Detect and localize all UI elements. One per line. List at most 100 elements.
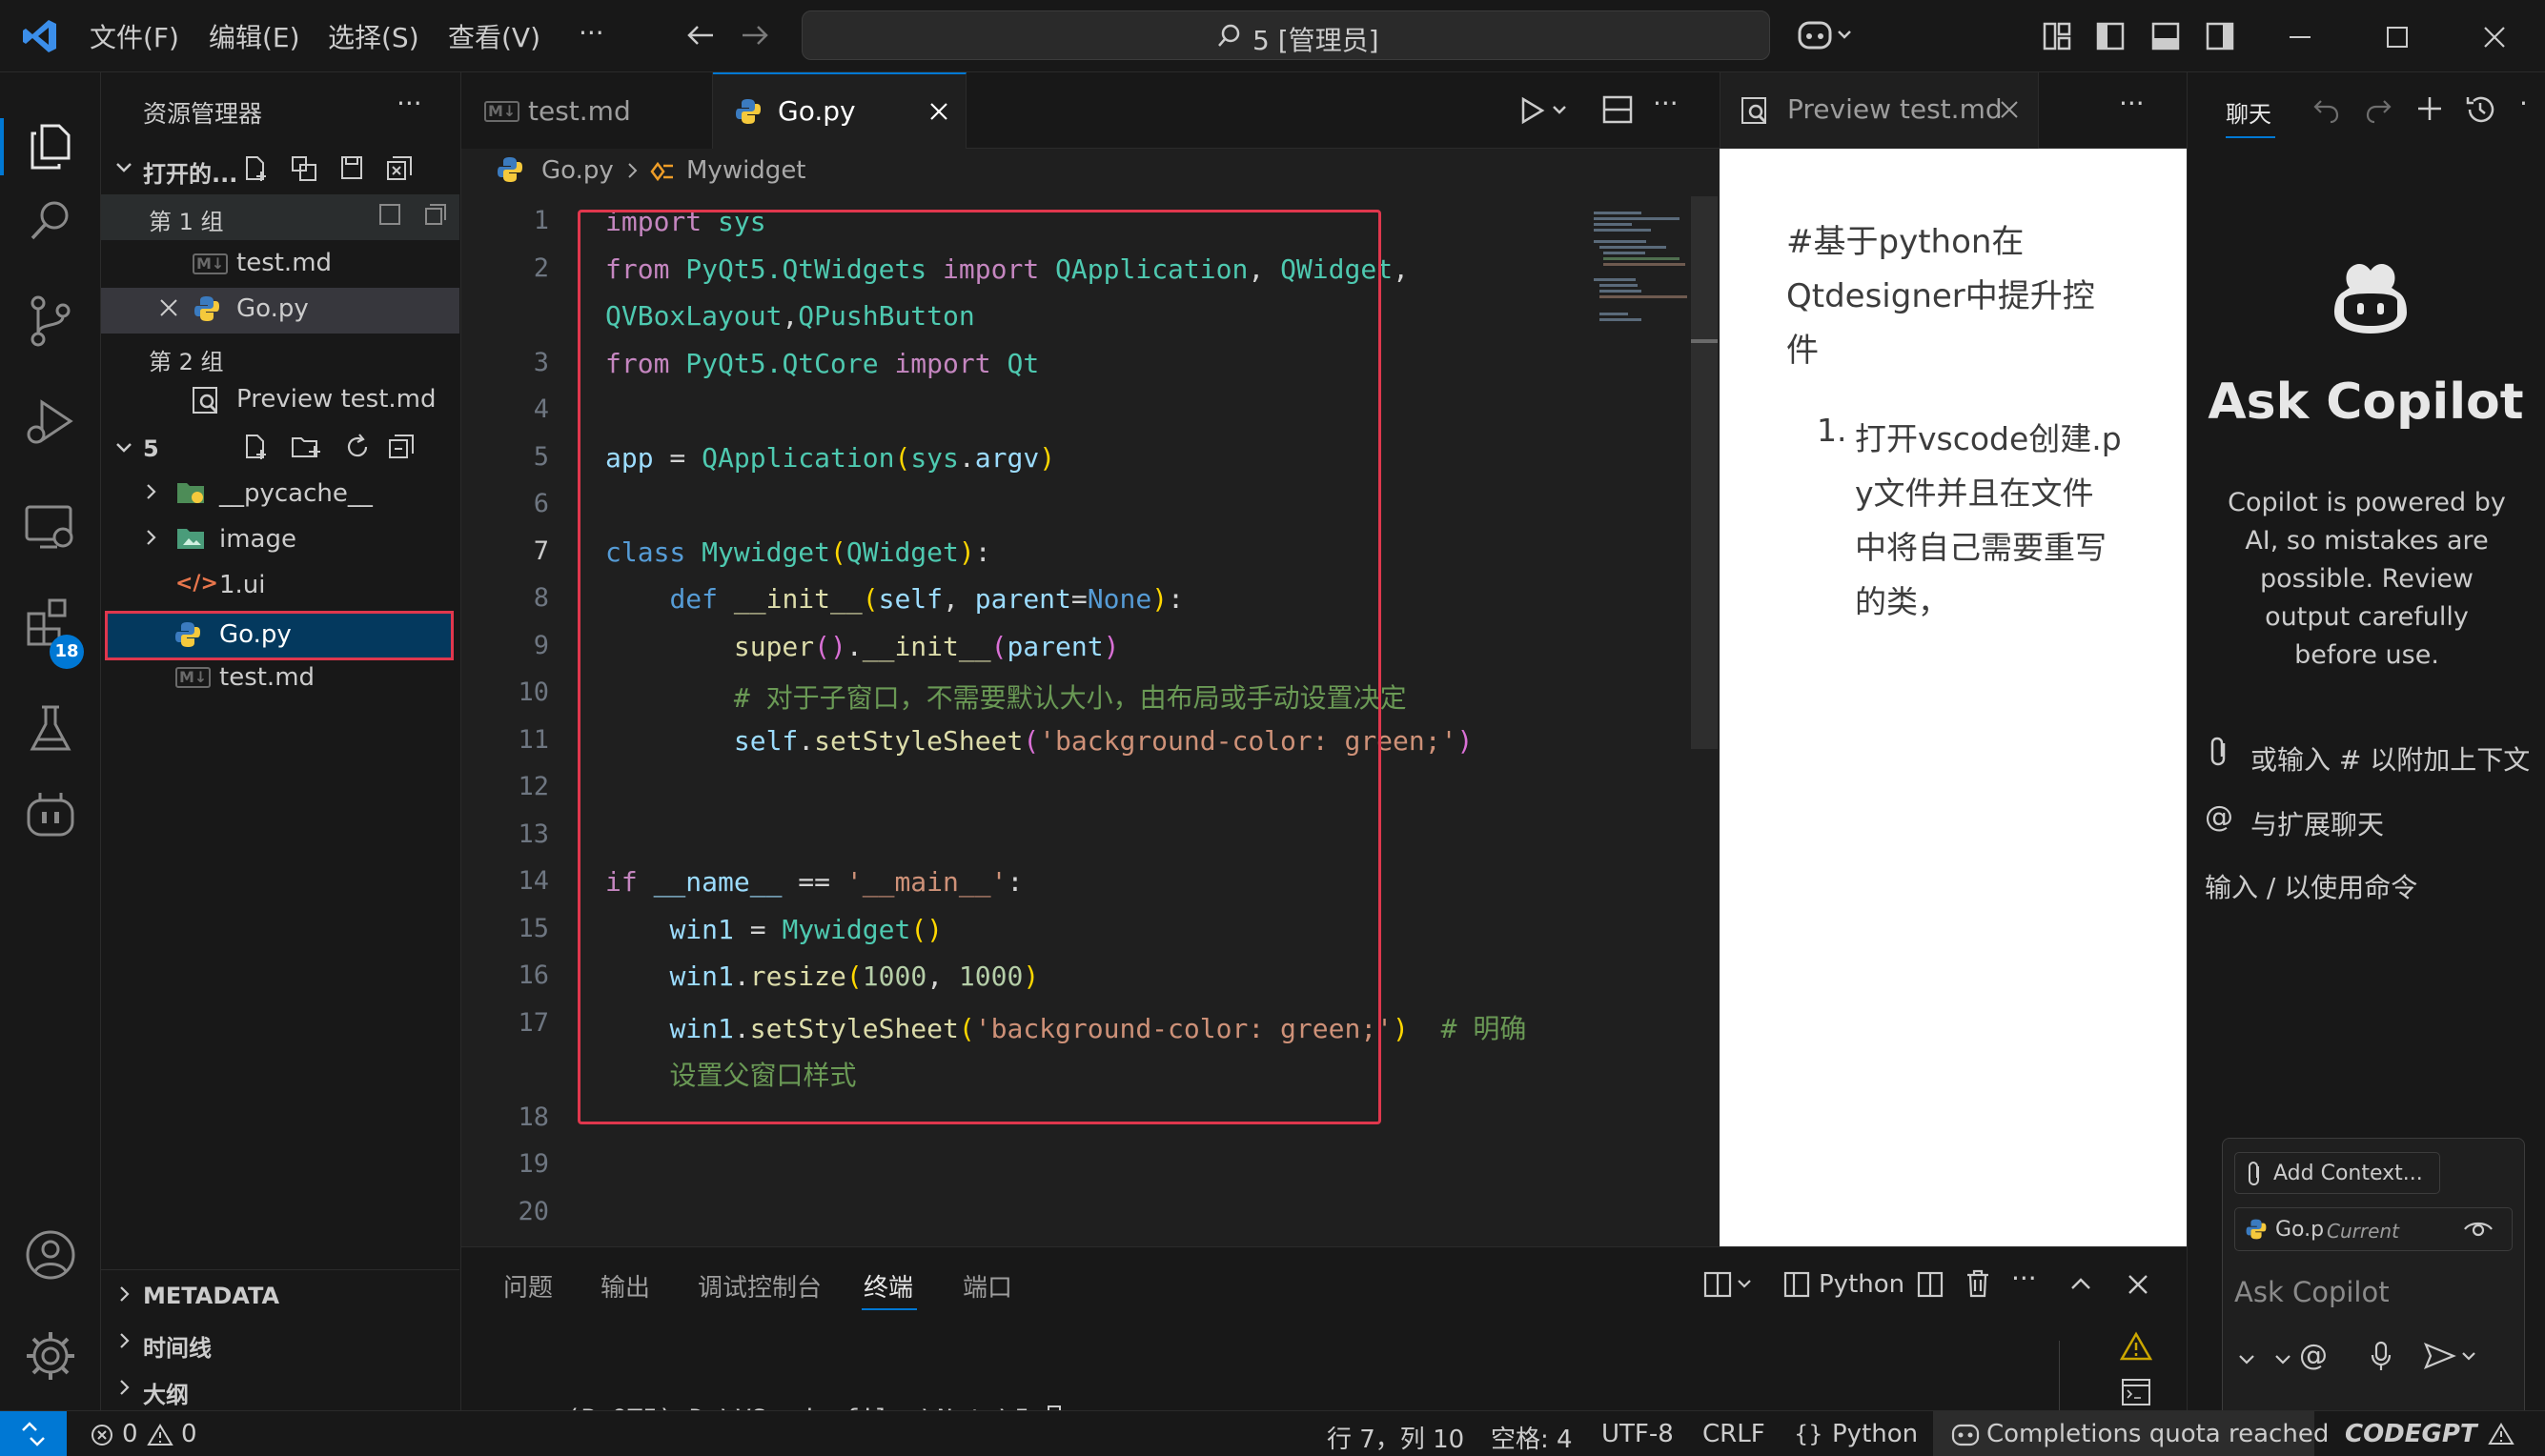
warning-icon[interactable]: [2488, 1422, 2514, 1446]
warning-count[interactable]: 0: [181, 1420, 197, 1448]
new-terminal-layout-icon[interactable]: [1702, 1270, 1756, 1299]
tab-chat[interactable]: 聊天: [2226, 95, 2275, 138]
workspace-folder-header[interactable]: 5: [143, 435, 159, 462]
tree-item-go-py[interactable]: Go.py: [219, 620, 292, 649]
remote-explorer-icon[interactable]: [23, 499, 78, 555]
save-all-icon[interactable]: [337, 154, 366, 183]
metadata-section[interactable]: METADATA: [143, 1283, 279, 1309]
tab-output[interactable]: 输出: [601, 1268, 650, 1304]
remote-indicator[interactable]: [0, 1411, 67, 1456]
terminal-instance-icon[interactable]: [1782, 1270, 1811, 1299]
command-center-search[interactable]: 5 [管理员]: [802, 10, 1770, 60]
chevron-down-icon[interactable]: [2236, 1348, 2257, 1369]
search-icon[interactable]: [23, 192, 78, 248]
chevron-right-icon[interactable]: [112, 1376, 135, 1399]
forward-arrow-icon[interactable]: [739, 21, 771, 50]
open-editor-go-py[interactable]: Go.py: [236, 294, 309, 323]
indentation[interactable]: 空格: 4: [1491, 1420, 1573, 1455]
markdown-preview[interactable]: #基于python在Qtdesigner中提升控件 1. 打开vscode创建.…: [1720, 149, 2187, 1246]
cmd-terminal-icon[interactable]: [2120, 1377, 2152, 1407]
tree-item-1-ui[interactable]: 1.ui: [219, 571, 266, 599]
close-icon[interactable]: [926, 99, 951, 124]
copilot-icon[interactable]: [1797, 17, 1854, 53]
testing-icon[interactable]: [23, 701, 78, 757]
chat-more-icon[interactable]: ·: [2519, 88, 2528, 119]
new-file-icon[interactable]: [242, 433, 271, 461]
redo-icon[interactable]: [2363, 95, 2393, 126]
chevron-down-icon[interactable]: [2272, 1348, 2293, 1369]
toggle-panel-icon[interactable]: [2150, 21, 2181, 51]
warning-icon[interactable]: [147, 1423, 173, 1447]
menu-file[interactable]: 文件(F): [90, 17, 179, 55]
encoding[interactable]: UTF-8: [1601, 1420, 1674, 1448]
chevron-right-icon[interactable]: [112, 1283, 135, 1305]
outline-section[interactable]: 大纲: [143, 1376, 189, 1409]
warning-icon[interactable]: [2120, 1331, 2152, 1362]
menu-edit[interactable]: 编辑(E): [209, 17, 300, 55]
close-window-icon[interactable]: [2480, 23, 2509, 51]
codegpt-status[interactable]: CODEGPT: [2345, 1420, 2477, 1448]
end-of-line[interactable]: CRLF: [1702, 1420, 1765, 1448]
minimize-icon[interactable]: [2286, 23, 2314, 51]
explorer-icon[interactable]: [23, 118, 78, 173]
maximize-icon[interactable]: [2383, 23, 2412, 51]
language-mode[interactable]: Python: [1832, 1420, 1918, 1448]
tab-go-py[interactable]: Go.py: [713, 72, 967, 149]
send-icon[interactable]: [2423, 1341, 2480, 1371]
accounts-icon[interactable]: [23, 1227, 78, 1283]
cursor-position[interactable]: 行 7，列 10: [1327, 1420, 1464, 1455]
preview-more-icon[interactable]: ···: [2119, 88, 2145, 119]
tree-item-pycache[interactable]: __pycache__: [219, 479, 373, 508]
chevron-right-icon[interactable]: [139, 480, 162, 503]
panel-more-icon[interactable]: ···: [2011, 1263, 2037, 1294]
mention-icon[interactable]: @: [2299, 1339, 2328, 1372]
trash-icon[interactable]: [1964, 1268, 1992, 1299]
menu-more[interactable]: ···: [579, 17, 604, 49]
undo-icon[interactable]: [2311, 95, 2342, 126]
tab-preview-test-md[interactable]: Preview test.md: [1720, 72, 2039, 149]
split-editor-icon[interactable]: [1601, 93, 1634, 126]
eye-icon[interactable]: [2462, 1218, 2494, 1241]
new-chat-icon[interactable]: [2414, 93, 2445, 124]
settings-gear-icon[interactable]: [23, 1328, 78, 1384]
open-editor-preview-test-md[interactable]: Preview test.md: [236, 385, 437, 414]
error-icon[interactable]: [90, 1423, 114, 1447]
close-icon[interactable]: [1997, 97, 2022, 122]
breadcrumb-file[interactable]: Go.py: [541, 156, 614, 185]
error-count[interactable]: 0: [122, 1420, 138, 1448]
open-editors-header[interactable]: 打开的...: [143, 155, 237, 189]
menu-view[interactable]: 查看(V): [448, 17, 540, 55]
explorer-more-icon[interactable]: ···: [397, 88, 422, 119]
current-file-chip[interactable]: Go.p Current: [2234, 1207, 2513, 1251]
add-context-button[interactable]: Add Context...: [2234, 1152, 2440, 1194]
code-editor[interactable]: Go.py Mywidget 1 import sys 2 from PyQt5.Qt…: [461, 149, 1720, 1367]
chevron-down-icon[interactable]: [112, 156, 135, 179]
terminal-name[interactable]: Python: [1819, 1270, 1904, 1299]
close-icon[interactable]: [156, 295, 181, 320]
run-debug-icon[interactable]: [23, 394, 78, 450]
chevron-right-icon[interactable]: [139, 526, 162, 549]
minimap[interactable]: [1586, 206, 1691, 358]
tab-test-md[interactable]: M↓ test.md: [461, 72, 713, 149]
refresh-icon[interactable]: [343, 433, 372, 461]
open-editor-test-md[interactable]: test.md: [236, 249, 332, 277]
maximize-panel-icon[interactable]: [2067, 1270, 2095, 1299]
chat-input-box[interactable]: Add Context... Go.p Current Ask Copilot …: [2222, 1138, 2525, 1433]
toggle-primary-sidebar-icon[interactable]: [2095, 21, 2126, 51]
close-group-icon[interactable]: [423, 202, 448, 227]
completions-quota[interactable]: Completions quota reached: [1986, 1420, 2329, 1448]
new-untitled-file-icon[interactable]: [242, 154, 271, 183]
menu-selection[interactable]: 选择(S): [328, 17, 419, 55]
run-python-icon[interactable]: [1517, 95, 1571, 126]
breadcrumb-symbol[interactable]: Mywidget: [686, 156, 806, 185]
tree-item-image[interactable]: image: [219, 525, 296, 554]
microphone-icon[interactable]: [2370, 1341, 2392, 1373]
split-terminal-icon[interactable]: [1916, 1270, 1944, 1299]
chat-input[interactable]: Ask Copilot: [2234, 1276, 2390, 1308]
tab-debug-console[interactable]: 调试控制台: [698, 1268, 822, 1304]
close-all-icon[interactable]: [385, 154, 414, 183]
source-control-icon[interactable]: [23, 293, 78, 349]
toggle-secondary-sidebar-icon[interactable]: [2205, 21, 2235, 51]
tab-terminal[interactable]: 终端: [864, 1268, 913, 1304]
tab-problems[interactable]: 问题: [503, 1268, 553, 1304]
